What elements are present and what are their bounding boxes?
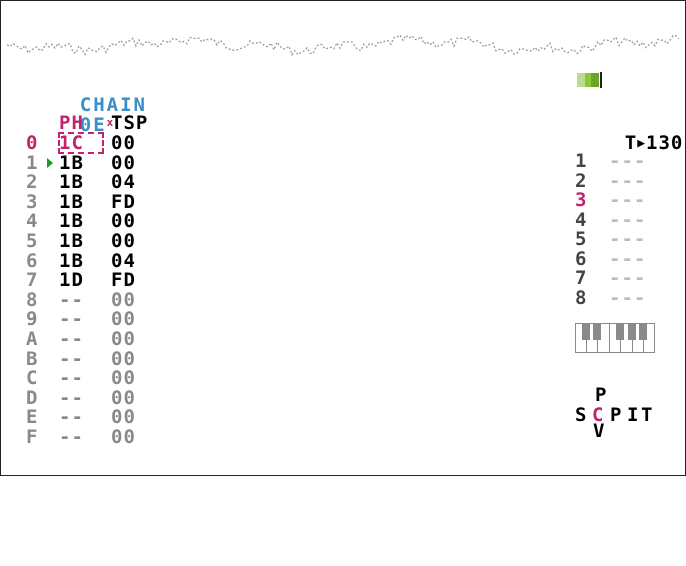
- transpose-cell[interactable]: 00: [111, 153, 155, 173]
- phrase-cell[interactable]: 1D: [59, 270, 103, 290]
- phrase-cell[interactable]: --: [59, 329, 103, 349]
- chain-row[interactable]: 8 -- 00: [1, 290, 201, 310]
- track-status-row: 3 ---: [575, 190, 646, 210]
- transpose-cell[interactable]: 00: [111, 349, 155, 369]
- row-index: 2: [26, 171, 39, 194]
- track-number: 4: [575, 208, 588, 231]
- chain-row[interactable]: 2 1B 04: [1, 172, 201, 192]
- row-index: 7: [26, 269, 39, 292]
- transpose-cell[interactable]: 04: [111, 172, 155, 192]
- transpose-cell[interactable]: 00: [111, 407, 155, 427]
- chain-row[interactable]: 3 1B FD: [1, 192, 201, 212]
- phrase-cell[interactable]: 1B: [59, 251, 103, 271]
- track-number: 1: [575, 150, 588, 172]
- phrase-cell[interactable]: 1B: [59, 153, 103, 173]
- track-number: 5: [575, 228, 588, 250]
- tempo-value: 130: [646, 132, 684, 154]
- transpose-cell[interactable]: FD: [111, 270, 155, 290]
- transpose-cell[interactable]: 00: [111, 427, 155, 447]
- chain-row[interactable]: 6 1B 04: [1, 251, 201, 271]
- nav-phrase[interactable]: P: [610, 405, 622, 425]
- row-index: B: [26, 347, 39, 370]
- screen-nav-map: P S C P I T V: [575, 385, 665, 445]
- track-status-row: 8 ---: [575, 288, 646, 308]
- chain-row[interactable]: D -- 00: [1, 388, 201, 408]
- phrase-cell[interactable]: --: [59, 309, 103, 329]
- phrase-cell[interactable]: --: [59, 388, 103, 408]
- nav-table[interactable]: T: [641, 405, 653, 425]
- nav-down-view[interactable]: V: [593, 421, 605, 441]
- track-status-row: 1 ---: [575, 151, 646, 171]
- piano-keyboard-icon[interactable]: [575, 323, 655, 353]
- chain-row[interactable]: B -- 00: [1, 349, 201, 369]
- track-status-row: 6 ---: [575, 249, 646, 269]
- track-status-row: 4 ---: [575, 210, 646, 230]
- track-number: 7: [575, 267, 588, 289]
- row-index: A: [26, 328, 39, 350]
- chain-row[interactable]: 1 1B 00: [1, 153, 201, 173]
- row-index: 3: [26, 190, 39, 213]
- phrase-cell[interactable]: 1B: [59, 231, 103, 251]
- row-index: 8: [26, 288, 39, 311]
- track-number: 2: [575, 169, 588, 192]
- chain-row[interactable]: E -- 00: [1, 407, 201, 427]
- transpose-cell[interactable]: 00: [111, 309, 155, 329]
- track-status-row: 5 ---: [575, 229, 646, 249]
- row-index: C: [26, 367, 39, 390]
- row-index: 1: [26, 151, 39, 174]
- play-marker-icon: [47, 157, 53, 168]
- transpose-cell[interactable]: 00: [111, 388, 155, 408]
- column-header-phrase: PH: [59, 112, 84, 134]
- transpose-cell[interactable]: 00: [111, 368, 155, 388]
- chain-row[interactable]: 4 1B 00: [1, 211, 201, 231]
- transpose-cell[interactable]: 00: [111, 211, 155, 231]
- transpose-cell[interactable]: 00: [111, 329, 155, 349]
- row-index: 4: [26, 210, 39, 233]
- track-number: 6: [575, 247, 588, 270]
- phrase-cell[interactable]: --: [59, 368, 103, 388]
- chain-row[interactable]: F -- 00: [1, 427, 201, 447]
- row-index: F: [26, 426, 39, 448]
- track-number: 3: [575, 189, 588, 211]
- waveform-scope: [7, 34, 679, 57]
- nav-up-phrase[interactable]: P: [595, 385, 607, 405]
- chain-row[interactable]: 5 1B 00: [1, 231, 201, 251]
- phrase-cell[interactable]: 1B: [59, 172, 103, 192]
- nav-instrument[interactable]: I: [627, 405, 639, 425]
- tracker-screen: CHAIN 0Ex PH TSP 0 1C 00 1 1B 00 2 1B 04 3 1B FD 4 1B…: [0, 0, 686, 476]
- row-index: D: [26, 386, 39, 409]
- column-header-transpose: TSP: [111, 112, 149, 134]
- track-note: ---: [609, 286, 647, 309]
- battery-icon: [577, 72, 602, 88]
- nav-song[interactable]: S: [575, 405, 587, 425]
- chain-row[interactable]: 0 1C 00: [1, 132, 201, 154]
- transpose-cell[interactable]: 00: [111, 290, 155, 310]
- phrase-cell[interactable]: --: [59, 290, 103, 310]
- transpose-cell[interactable]: 00: [111, 133, 155, 153]
- transpose-cell[interactable]: FD: [111, 192, 155, 212]
- phrase-cell[interactable]: 1B: [59, 192, 103, 212]
- track-status-row: 2 ---: [575, 171, 646, 191]
- row-index: E: [26, 406, 39, 429]
- tempo-arrow-icon: ▶: [637, 136, 647, 151]
- track-number: 8: [575, 286, 588, 309]
- track-status-row: 7 ---: [575, 268, 646, 288]
- transpose-cell[interactable]: 04: [111, 251, 155, 271]
- chain-row[interactable]: 9 -- 00: [1, 309, 201, 329]
- phrase-cell[interactable]: 1C: [58, 132, 104, 154]
- phrase-cell[interactable]: --: [59, 407, 103, 427]
- chain-row[interactable]: 7 1D FD: [1, 270, 201, 290]
- chain-row[interactable]: A -- 00: [1, 329, 201, 349]
- chain-row[interactable]: C -- 00: [1, 368, 201, 388]
- row-index: 0: [26, 132, 39, 154]
- row-index: 6: [26, 249, 39, 272]
- row-index: 9: [26, 308, 39, 331]
- phrase-cell[interactable]: --: [59, 349, 103, 369]
- phrase-cell[interactable]: --: [59, 427, 103, 447]
- row-index: 5: [26, 230, 39, 252]
- transpose-cell[interactable]: 00: [111, 231, 155, 251]
- phrase-cell[interactable]: 1B: [59, 211, 103, 231]
